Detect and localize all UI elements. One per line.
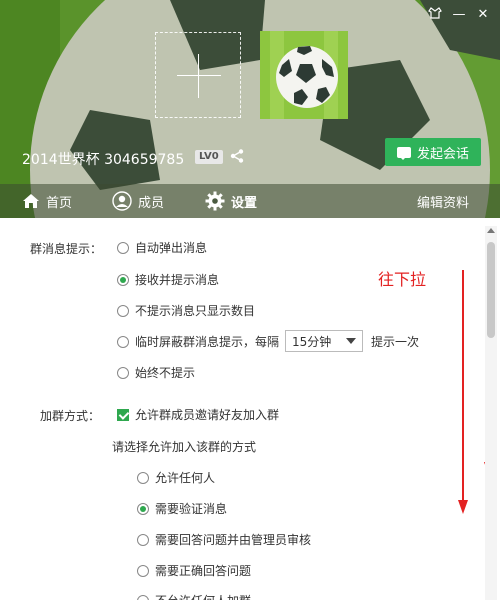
member-icon — [112, 191, 132, 211]
radio-button[interactable] — [137, 533, 149, 546]
home-icon — [23, 194, 39, 208]
join-option-answer-admin[interactable]: 需要回答问题并由管理员审核 — [137, 531, 311, 548]
notify-option-auto-popup[interactable]: 自动弹出消息 — [117, 239, 207, 256]
chat-bubble-icon — [396, 146, 411, 160]
skin-icon[interactable] — [426, 6, 444, 24]
tab-home[interactable]: 首页 — [22, 184, 72, 218]
allow-invite-checkbox[interactable] — [117, 408, 129, 421]
notify-option-temp-mute[interactable]: 临时屏蔽群消息提示，每隔 — [117, 333, 279, 350]
annotation-text: 往下拉 — [378, 270, 427, 289]
start-chat-label: 发起会话 — [416, 146, 469, 162]
scroll-up-icon[interactable] — [487, 228, 495, 233]
radio-button-checked[interactable] — [117, 273, 129, 286]
join-option-no-one[interactable]: 不允许任何人加群 — [137, 592, 251, 600]
settings-panel: 群消息提示： 自动弹出消息 接收并提示消息 不提示消息只显示数目 临时屏蔽群消息… — [0, 218, 500, 600]
join-method-prompt: 请选择允许加入该群的方式 — [112, 440, 257, 454]
tab-edit-profile-label: 编辑资料 — [417, 195, 470, 211]
tab-edit-profile[interactable]: 编辑资料 — [417, 184, 469, 218]
tab-members-label: 成员 — [138, 195, 165, 211]
chevron-down-icon — [346, 338, 356, 344]
interval-select-value: 15分钟 — [292, 334, 332, 349]
radio-button[interactable] — [117, 335, 129, 348]
level-badge: LV0 — [195, 150, 223, 164]
radio-button[interactable] — [137, 471, 149, 484]
share-icon[interactable] — [229, 148, 245, 164]
radio-button[interactable] — [117, 366, 129, 379]
add-avatar-button[interactable] — [155, 32, 241, 118]
radio-button[interactable] — [137, 564, 149, 577]
join-option-answer-correct[interactable]: 需要正确回答问题 — [137, 562, 251, 579]
allow-invite-checkbox-row[interactable]: 允许群成员邀请好友加入群 — [117, 406, 279, 423]
group-header: — ✕ 2014世界杯 304659785 LV0 发起会话 首页 成员 设置 … — [0, 0, 500, 218]
radio-button-checked[interactable] — [137, 502, 149, 515]
interval-select[interactable]: 15分钟 — [285, 330, 363, 352]
notify-section-label: 群消息提示： — [30, 242, 103, 256]
plus-icon — [177, 75, 221, 76]
notify-option-count-only[interactable]: 不提示消息只显示数目 — [117, 302, 255, 319]
gear-icon — [205, 191, 225, 211]
scrollbar-thumb[interactable] — [487, 242, 495, 338]
join-section-label: 加群方式： — [40, 409, 101, 423]
radio-button[interactable] — [137, 594, 149, 600]
radio-button[interactable] — [117, 241, 129, 254]
tab-bar: 首页 成员 设置 编辑资料 — [0, 184, 500, 218]
notify-option-receive-notify[interactable]: 接收并提示消息 — [117, 271, 219, 288]
join-option-anyone[interactable]: 允许任何人 — [137, 469, 215, 486]
soccer-ball-icon — [260, 31, 348, 119]
join-option-verify-message[interactable]: 需要验证消息 — [137, 500, 227, 517]
interval-suffix: 提示一次 — [371, 335, 420, 349]
scrollbar[interactable] — [485, 226, 497, 600]
group-avatar[interactable] — [260, 31, 348, 119]
tab-settings[interactable]: 设置 — [205, 184, 257, 218]
close-button[interactable]: ✕ — [474, 6, 492, 24]
group-name: 2014世界杯 304659785 — [22, 152, 185, 168]
radio-button[interactable] — [117, 304, 129, 317]
minimize-button[interactable]: — — [450, 6, 468, 24]
notify-option-never[interactable]: 始终不提示 — [117, 364, 195, 381]
tab-members[interactable]: 成员 — [112, 184, 164, 218]
tab-home-label: 首页 — [46, 195, 73, 211]
window-controls: — ✕ — [426, 6, 492, 24]
start-chat-button[interactable]: 发起会话 — [385, 138, 481, 166]
tab-settings-label: 设置 — [231, 195, 258, 211]
